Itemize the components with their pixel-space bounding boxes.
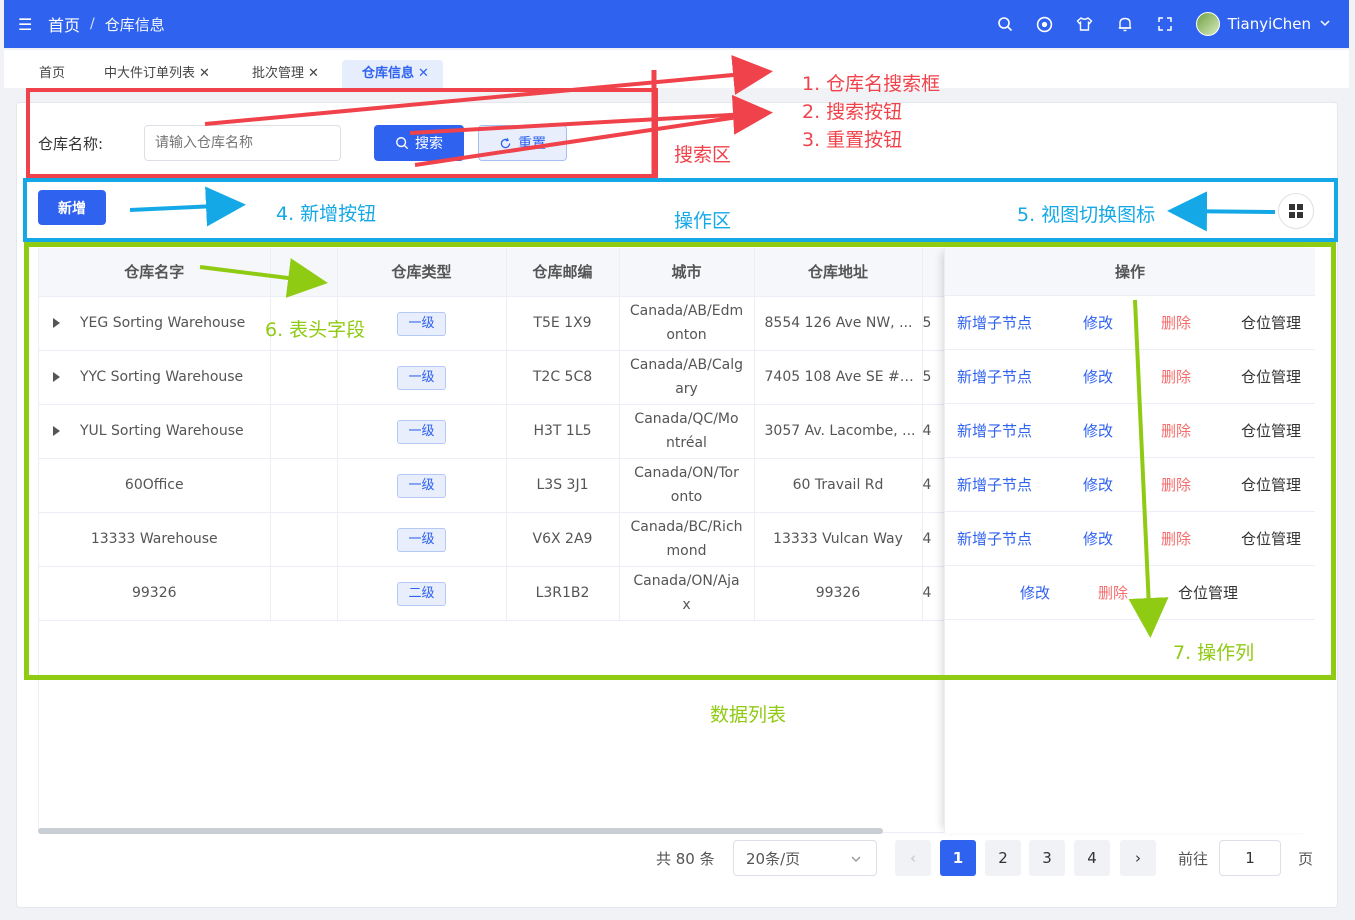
annotation-search-input: 1. 仓库名搜索框 (802, 73, 941, 95)
annotation-reset-button: 3. 重置按钮 (802, 129, 903, 151)
annotation-header-fields: 6. 表头字段 (265, 319, 366, 341)
annotation-data-list: 数据列表 (710, 704, 787, 726)
annotation-search-button: 2. 搜索按钮 (802, 101, 903, 123)
annotation-operation-area: 操作区 (674, 210, 732, 232)
annotation-arrows (129, 55, 1276, 638)
annotation-view-toggle: 5. 视图切换图标 (1017, 204, 1156, 226)
annotation-search-area: 搜索区 (674, 144, 732, 166)
annotation-add-button: 4. 新增按钮 (276, 203, 377, 225)
annotation-operations-column: 7. 操作列 (1173, 642, 1255, 664)
